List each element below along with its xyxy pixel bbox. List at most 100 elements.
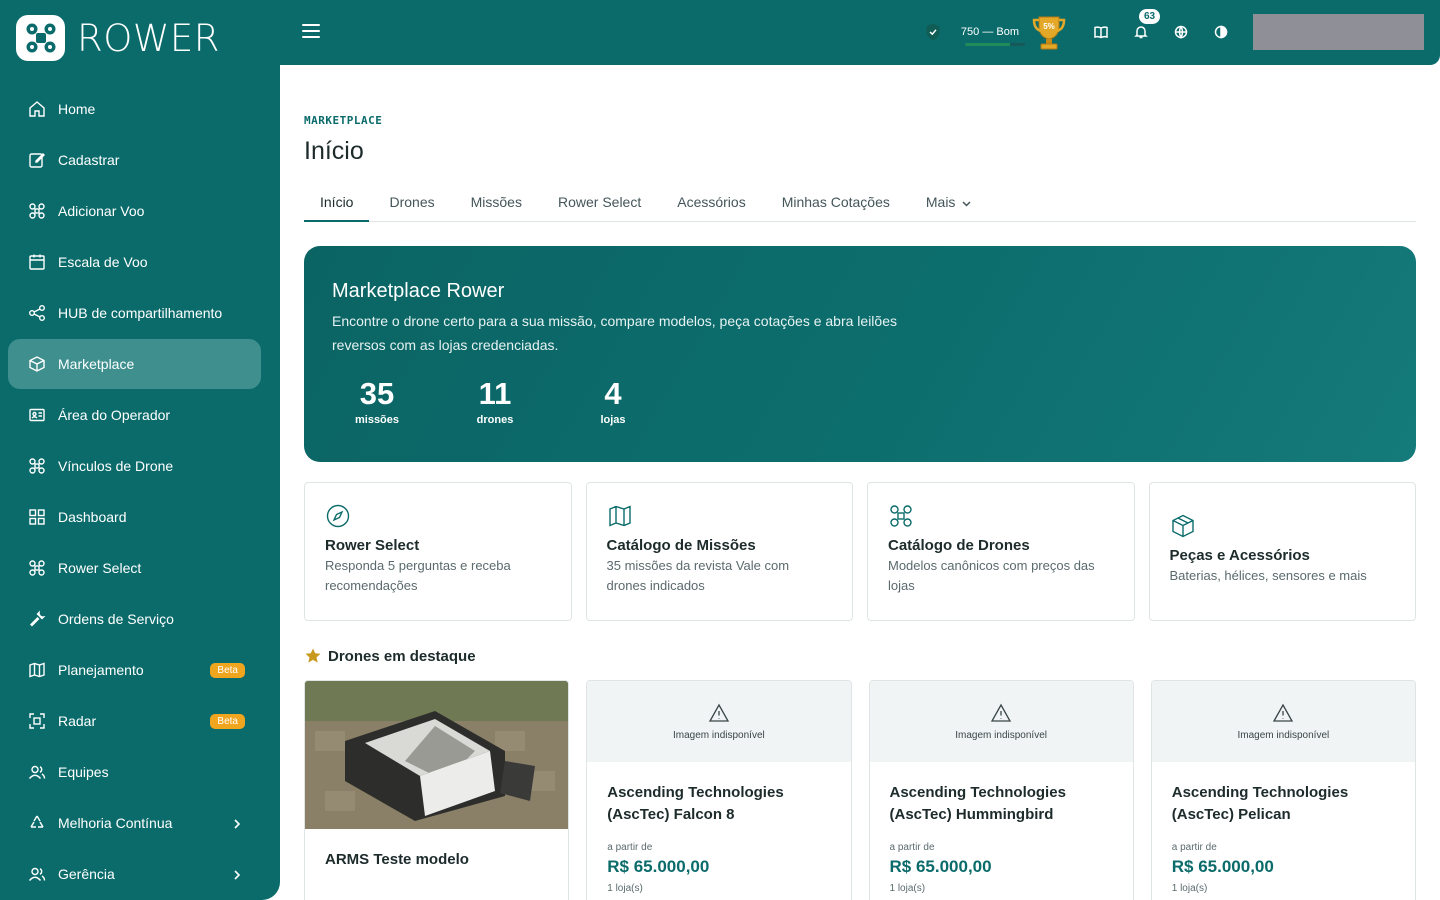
beta-badge: Beta — [210, 713, 245, 729]
sidebar-item-rower-select[interactable]: Rower Select — [8, 543, 261, 593]
card-pecas-acessorios[interactable]: Peças e Acessórios Baterias, hélices, se… — [1148, 482, 1416, 621]
sidebar-item-equipes[interactable]: Equipes — [8, 747, 261, 797]
sidebar-item-escala-de-voo[interactable]: Escala de Voo — [8, 237, 261, 287]
sidebar-item-gerencia[interactable]: Gerência — [8, 849, 261, 899]
radar-icon — [28, 712, 46, 730]
card-title: Peças e Acessórios — [1169, 547, 1310, 564]
tab-rower-select[interactable]: Rower Select — [542, 185, 657, 222]
product-card[interactable]: Imagem indisponível Ascending Technologi… — [586, 680, 852, 900]
chevron-right-icon[interactable] — [231, 868, 243, 880]
product-name: Ascending Technologies (AscTec) Hummingb… — [889, 784, 1066, 823]
featured-heading-text: Drones em destaque — [328, 647, 476, 665]
tab-drones[interactable]: Drones — [373, 185, 450, 222]
hero-description: Encontre o drone certo para a sua missão… — [332, 313, 897, 353]
product-card[interactable]: Imagem indisponível Ascending Technologi… — [868, 680, 1134, 900]
map-icon — [607, 503, 633, 529]
logo[interactable]: ROWER — [16, 15, 220, 61]
tab-inicio[interactable]: Início — [304, 185, 370, 222]
stat-value: 35 — [359, 376, 395, 411]
price-prefix: a partir de — [889, 842, 935, 853]
sidebar-item-ordens-de-servico[interactable]: Ordens de Serviço — [8, 594, 261, 644]
sidebar-item-label: Equipes — [58, 764, 109, 780]
recycle-icon — [28, 814, 46, 832]
card-title: Catálogo de Drones — [888, 537, 1030, 554]
tab-minhas-cotacoes[interactable]: Minhas Cotações — [766, 185, 906, 222]
share-icon — [28, 304, 46, 322]
sidebar-item-dashboard[interactable]: Dashboard — [8, 492, 261, 542]
notification-count-badge: 63 — [1139, 9, 1161, 24]
home-icon — [28, 100, 46, 118]
theme-toggle-icon[interactable] — [1201, 12, 1241, 52]
book-icon[interactable] — [1081, 12, 1121, 52]
trophy-label: 5% — [1043, 22, 1055, 31]
box-icon — [28, 355, 46, 373]
sidebar-item-label: Vínculos de Drone — [58, 458, 174, 474]
star-icon — [305, 648, 321, 663]
product-name: Ascending Technologies (AscTec) Falcon 8 — [607, 784, 784, 823]
tab-mais[interactable]: Mais — [910, 185, 989, 222]
card-title: Catálogo de Missões — [606, 537, 756, 554]
sidebar-item-radar[interactable]: Radar Beta — [8, 696, 261, 746]
score-progress-fill — [964, 43, 1010, 46]
sidebar-item-cadastrar[interactable]: Cadastrar — [8, 135, 261, 185]
id-card-icon — [28, 406, 46, 424]
sidebar-item-home[interactable]: Home — [8, 84, 261, 134]
globe-icon[interactable] — [1161, 12, 1201, 52]
product-price: R$ 65.000,00 — [607, 857, 710, 876]
quick-links: Rower Select Responda 5 perguntas e rece… — [304, 482, 1416, 621]
sidebar-item-vinculos-de-drone[interactable]: Vínculos de Drone — [8, 441, 261, 491]
featured-products: ARMS Teste modelo Imagem indisponível As… — [304, 680, 1416, 900]
price-prefix: a partir de — [607, 842, 653, 853]
score-text: 750 — Bom — [960, 26, 1019, 38]
hero-banner: Marketplace Rower Encontre o drone certo… — [304, 246, 1416, 462]
product-card[interactable]: ARMS Teste modelo — [304, 680, 570, 900]
sidebar-item-label: Área do Operador — [58, 407, 171, 423]
card-catalogo-drones[interactable]: Catálogo de Drones Modelos canônicos com… — [867, 482, 1135, 621]
sidebar-item-area-do-operador[interactable]: Área do Operador — [8, 390, 261, 440]
stat-label: missões — [354, 414, 400, 426]
map-icon — [28, 661, 46, 679]
sidebar-item-hub[interactable]: HUB de compartilhamento — [8, 288, 261, 338]
stat-label: drones — [476, 414, 514, 426]
product-price: R$ 65.000,00 — [1171, 857, 1274, 876]
stat-lojas: 4 lojas — [568, 376, 658, 426]
shield-check-icon — [923, 22, 943, 42]
page-title: Início — [304, 137, 364, 165]
bell-icon[interactable]: 63 — [1121, 9, 1161, 52]
sidebar-item-label: Ordens de Serviço — [58, 611, 174, 627]
sidebar-item-label: Escala de Voo — [58, 254, 148, 270]
tabs: Início Drones Missões Rower Select Acess… — [304, 185, 1416, 222]
tab-missoes[interactable]: Missões — [455, 185, 538, 222]
tab-acessorios[interactable]: Acessórios — [661, 185, 761, 222]
product-price: R$ 65.000,00 — [889, 857, 992, 876]
chevron-right-icon[interactable] — [231, 817, 243, 829]
sidebar-item-planejamento[interactable]: Planejamento Beta — [8, 645, 261, 695]
user-menu[interactable] — [1253, 14, 1424, 50]
topbar: 750 — Bom 5% 63 — [280, 0, 1440, 65]
sidebar-item-label: Home — [58, 101, 96, 117]
sidebar-item-marketplace[interactable]: Marketplace — [8, 339, 261, 389]
edit-icon — [28, 151, 46, 169]
image-unavailable-text: Imagem indisponível — [673, 730, 765, 741]
score-indicator[interactable]: 750 — Bom — [960, 26, 1025, 46]
sidebar-item-label: Radar — [58, 713, 97, 729]
sidebar-item-adicionar-voo[interactable]: Adicionar Voo — [8, 186, 261, 236]
product-card[interactable]: Imagem indisponível Ascending Technologi… — [1150, 680, 1416, 900]
menu-icon[interactable] — [302, 24, 320, 40]
card-catalogo-missoes[interactable]: Catálogo de Missões 35 missões da revist… — [585, 482, 853, 621]
trophy-icon[interactable]: 5% — [1029, 12, 1069, 52]
breadcrumb: MARKETPLACE — [304, 114, 383, 127]
sidebar-item-label: Planejamento — [58, 662, 144, 678]
product-name: Ascending Technologies (AscTec) Pelican — [1171, 784, 1349, 823]
card-description: Responda 5 perguntas e receba recomendaç… — [325, 558, 511, 593]
topbar-actions: 750 — Bom 5% 63 — [923, 9, 1424, 52]
chevron-down-icon — [962, 201, 971, 207]
price-prefix: a partir de — [1171, 842, 1217, 853]
image-unavailable-text: Imagem indisponível — [1237, 730, 1330, 741]
warning-icon — [991, 703, 1012, 722]
tab-mais-label: Mais — [925, 194, 956, 210]
stat-value: 4 — [604, 376, 622, 411]
card-rower-select[interactable]: Rower Select Responda 5 perguntas e rece… — [304, 482, 572, 621]
hero-title: Marketplace Rower — [332, 280, 505, 302]
sidebar-item-melhoria-continua[interactable]: Melhoria Contínua — [8, 798, 261, 848]
